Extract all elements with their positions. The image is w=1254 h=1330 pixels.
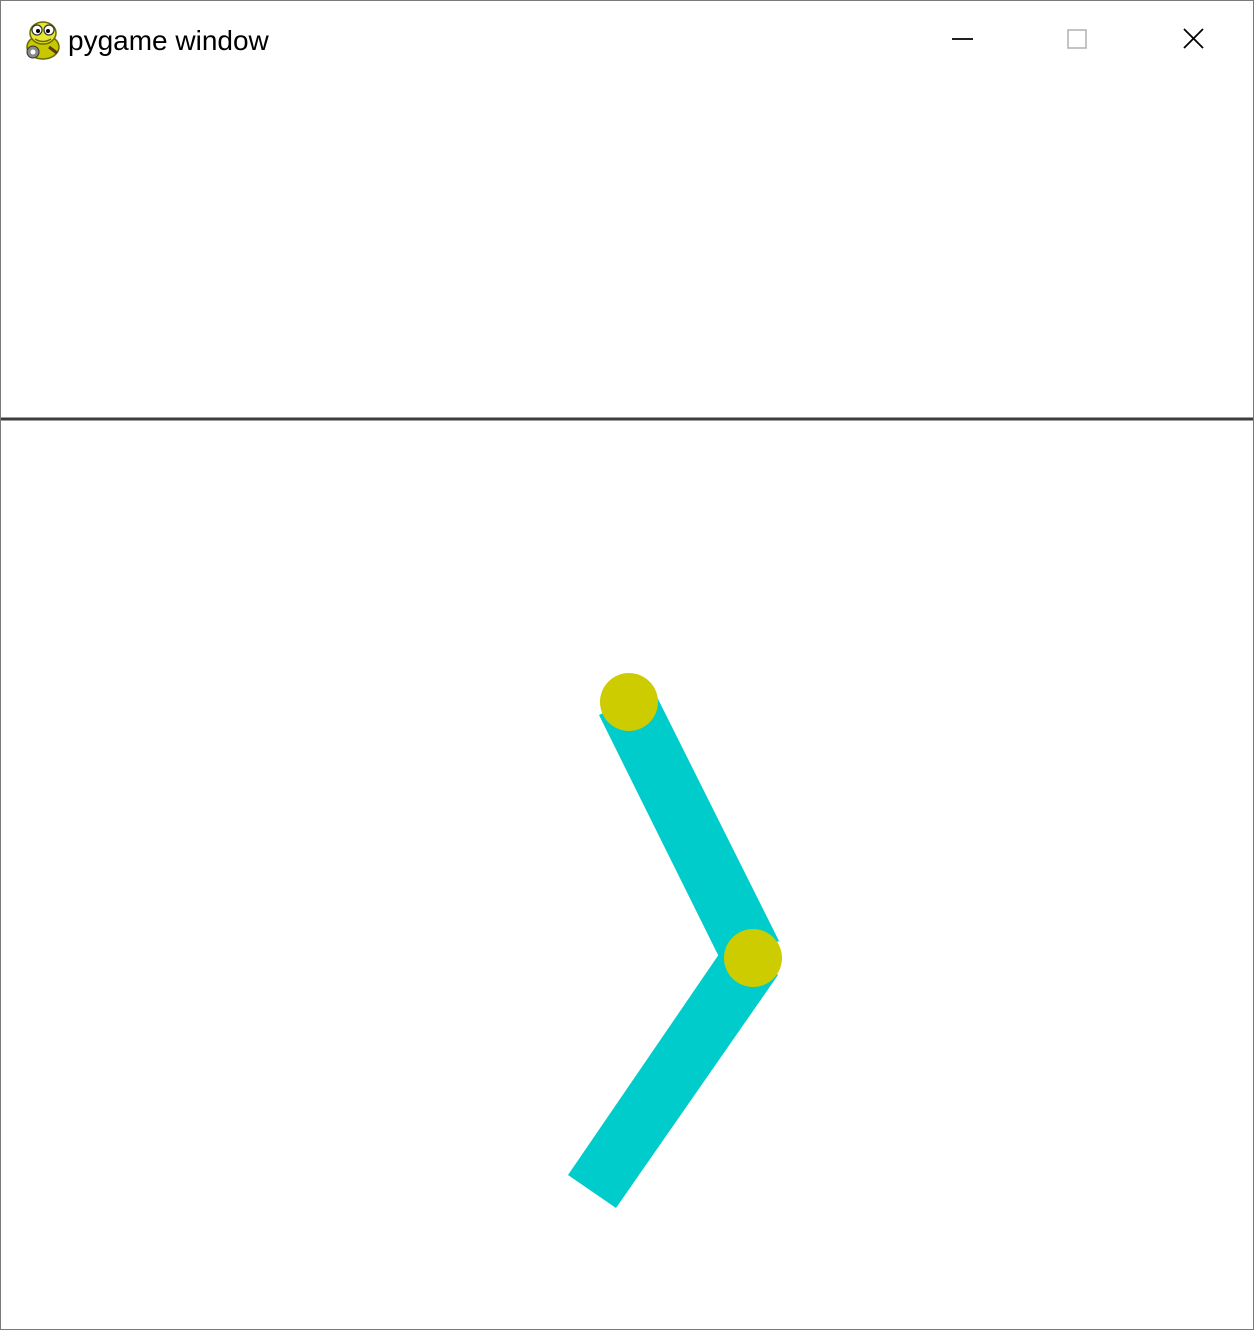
minimize-icon bbox=[952, 38, 973, 40]
close-icon bbox=[1183, 28, 1204, 49]
arm-joint-elbow bbox=[724, 929, 782, 987]
pygame-window: pygame window bbox=[0, 0, 1254, 1330]
close-button[interactable] bbox=[1163, 11, 1223, 67]
maximize-button[interactable] bbox=[1047, 11, 1107, 67]
window-title: pygame window bbox=[68, 25, 269, 56]
robot-arm-scene bbox=[1, 417, 1253, 1208]
pygame-snake-icon bbox=[23, 19, 63, 61]
arm-joint-base bbox=[600, 673, 658, 731]
game-canvas[interactable] bbox=[1, 81, 1253, 1329]
maximize-icon bbox=[1067, 29, 1087, 49]
minimize-button[interactable] bbox=[932, 11, 992, 67]
title-bar[interactable]: pygame window bbox=[1, 1, 1253, 81]
